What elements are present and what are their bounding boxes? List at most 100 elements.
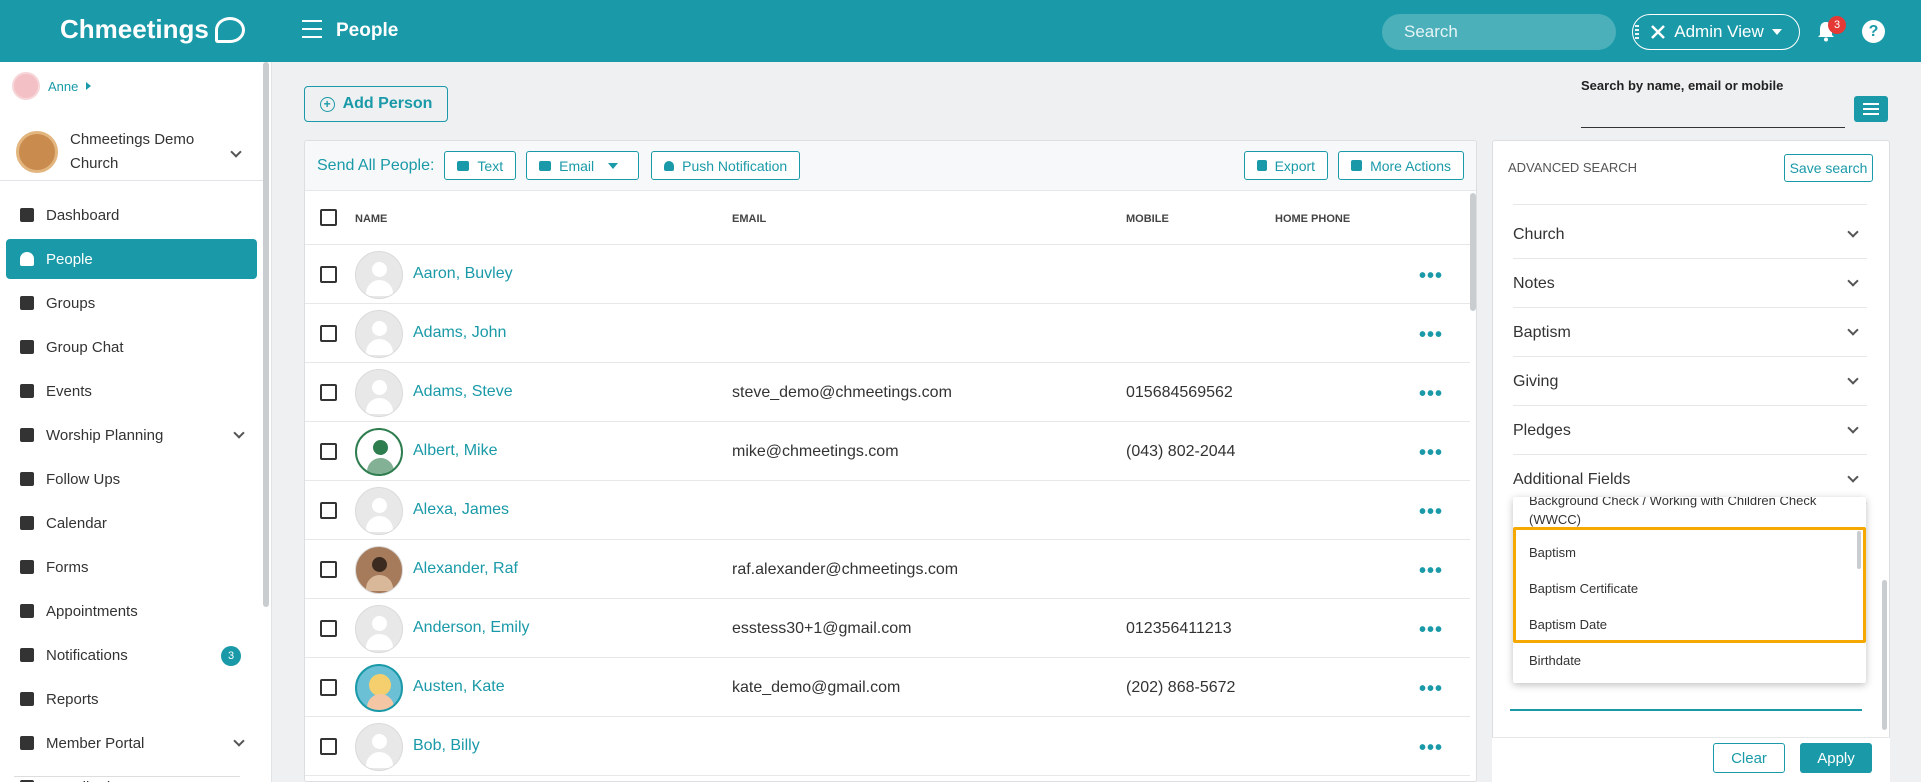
more-options-icon[interactable]: ••• [1419, 324, 1443, 347]
row-checkbox[interactable] [320, 384, 337, 401]
envelope-icon [539, 160, 552, 171]
sidebar-item-calendar[interactable]: Calendar [6, 501, 257, 545]
chevron-down-icon [230, 146, 242, 158]
row-checkbox[interactable] [320, 325, 337, 342]
dropdown-option-baptism-certificate[interactable]: Baptism Certificate [1529, 581, 1638, 596]
quick-search-input[interactable] [1581, 100, 1845, 128]
chevron-down-icon [608, 162, 619, 169]
row-checkbox[interactable] [320, 738, 337, 755]
table-scrollbar[interactable] [1470, 193, 1476, 311]
row-checkbox[interactable] [320, 561, 337, 578]
dropdown-option-birthdate[interactable]: Birthdate [1529, 653, 1581, 668]
send-text-label: Text [477, 157, 504, 174]
person-name-link[interactable]: Alexa, James [413, 501, 509, 519]
sidebar-item-events[interactable]: Events [6, 369, 257, 413]
dropdown-option-baptism[interactable]: Baptism [1529, 545, 1576, 560]
save-search-button[interactable]: Save search [1784, 154, 1873, 182]
more-options-icon[interactable]: ••• [1419, 383, 1443, 406]
more-options-icon[interactable]: ••• [1419, 737, 1443, 760]
sidebar-item-contributions[interactable]: Contributions [6, 765, 257, 782]
admin-view-button[interactable]: Admin View [1632, 14, 1800, 50]
table-row[interactable]: Alexa, James ••• [305, 481, 1470, 540]
table-row[interactable]: Adams, Steve steve_demo@chmeetings.com 015… [305, 363, 1470, 422]
send-text-button[interactable]: Text [444, 151, 517, 180]
add-person-button[interactable]: + Add Person [304, 86, 448, 122]
row-checkbox[interactable] [320, 266, 337, 283]
sidebar-item-worship-planning[interactable]: Worship Planning [6, 413, 257, 457]
row-checkbox[interactable] [320, 679, 337, 696]
more-options-icon[interactable]: ••• [1419, 560, 1443, 583]
send-email-button[interactable]: Email [526, 151, 640, 180]
sidebar-item-notifications[interactable]: Notifications 3 [6, 633, 257, 677]
export-button[interactable]: Export [1243, 151, 1329, 180]
dropdown-option-background-check[interactable]: Background Check / Working with Children… [1529, 497, 1849, 529]
clear-button[interactable]: Clear [1713, 743, 1785, 773]
advanced-search-scrollbar[interactable] [1882, 580, 1887, 730]
person-name-link[interactable]: Anderson, Emily [413, 619, 530, 637]
more-options-icon[interactable]: ••• [1419, 265, 1443, 288]
sidebar-item-groups[interactable]: Groups [6, 281, 257, 325]
person-name-link[interactable]: Austen, Kate [413, 678, 505, 696]
section-pledges[interactable]: Pledges [1513, 407, 1867, 455]
sidebar-item-people[interactable]: People [6, 239, 257, 279]
church-selector[interactable]: Chmeetings Demo Church [16, 122, 256, 182]
section-notes[interactable]: Notes [1513, 260, 1867, 308]
column-header-email[interactable]: EMAIL [732, 213, 766, 225]
sidebar-item-follow-ups[interactable]: Follow Ups [6, 457, 257, 501]
sidebar-item-label: Worship Planning [46, 426, 164, 444]
table-row[interactable]: Albert, Mike mike@chmeetings.com (043) 802… [305, 422, 1470, 481]
dropdown-option-baptism-date[interactable]: Baptism Date [1529, 617, 1607, 632]
table-row[interactable]: Aaron, Buvley ••• [305, 245, 1470, 304]
table-row[interactable]: Alexander, Raf raf.alexander@chmeetings.c… [305, 540, 1470, 599]
top-bar: Chmeetings People Admin View 3 ? [0, 0, 1921, 62]
dropdown-scrollbar[interactable] [1857, 531, 1861, 569]
avatar [12, 72, 40, 100]
row-checkbox[interactable] [320, 443, 337, 460]
table-row[interactable]: Adams, John ••• [305, 304, 1470, 363]
push-notification-button[interactable]: Push Notification [651, 151, 801, 180]
user-menu[interactable]: Anne [12, 72, 92, 100]
person-name-link[interactable]: Adams, John [413, 324, 506, 342]
sidebar-scrollbar[interactable] [263, 62, 269, 607]
section-church[interactable]: Church [1513, 211, 1867, 259]
more-options-icon[interactable]: ••• [1419, 442, 1443, 465]
column-header-mobile[interactable]: MOBILE [1126, 213, 1169, 225]
person-name-link[interactable]: Adams, Steve [413, 383, 513, 401]
more-options-icon[interactable]: ••• [1419, 678, 1443, 701]
avatar [355, 487, 403, 535]
person-name-link[interactable]: Bob, Billy [413, 737, 480, 755]
tools-icon [1651, 25, 1666, 39]
advanced-search-title: ADVANCED SEARCH [1508, 160, 1638, 175]
person-name-link[interactable]: Aaron, Buvley [413, 265, 513, 283]
help-icon[interactable]: ? [1862, 20, 1885, 43]
more-actions-button[interactable]: More Actions [1338, 151, 1464, 180]
sidebar-item-label: People [46, 250, 93, 268]
filter-settings-button[interactable] [1854, 96, 1888, 122]
person-name-link[interactable]: Alexander, Raf [413, 560, 518, 578]
sidebar-item-appointments[interactable]: Appointments [6, 589, 257, 633]
table-row[interactable]: Anderson, Emily esstess30+1@gmail.com 0123… [305, 599, 1470, 658]
person-name-link[interactable]: Albert, Mike [413, 442, 497, 460]
row-checkbox[interactable] [320, 620, 337, 637]
table-row[interactable]: Austen, Kate kate_demo@gmail.com (202) 868… [305, 658, 1470, 717]
table-row[interactable]: Bob, Billy ••• [305, 717, 1470, 776]
section-baptism[interactable]: Baptism [1513, 309, 1867, 357]
search-input[interactable] [1404, 22, 1625, 42]
sidebar-item-member-portal[interactable]: Member Portal [6, 721, 257, 765]
section-giving[interactable]: Giving [1513, 358, 1867, 406]
more-options-icon[interactable]: ••• [1419, 619, 1443, 642]
column-header-name[interactable]: NAME [355, 213, 387, 225]
sidebar-item-dashboard[interactable]: Dashboard [6, 193, 257, 237]
sidebar-item-forms[interactable]: Forms [6, 545, 257, 589]
select-all-checkbox[interactable] [320, 209, 337, 226]
row-checkbox[interactable] [320, 502, 337, 519]
page-title: People [336, 20, 399, 41]
sidebar-item-group-chat[interactable]: Group Chat [6, 325, 257, 369]
apply-button[interactable]: Apply [1800, 743, 1872, 773]
app-logo[interactable]: Chmeetings [60, 14, 245, 45]
more-options-icon[interactable]: ••• [1419, 501, 1443, 524]
column-header-home-phone[interactable]: HOME PHONE [1275, 213, 1350, 225]
chart-line-icon [20, 208, 34, 222]
menu-toggle-icon[interactable] [302, 20, 322, 38]
sidebar-item-reports[interactable]: Reports [6, 677, 257, 721]
